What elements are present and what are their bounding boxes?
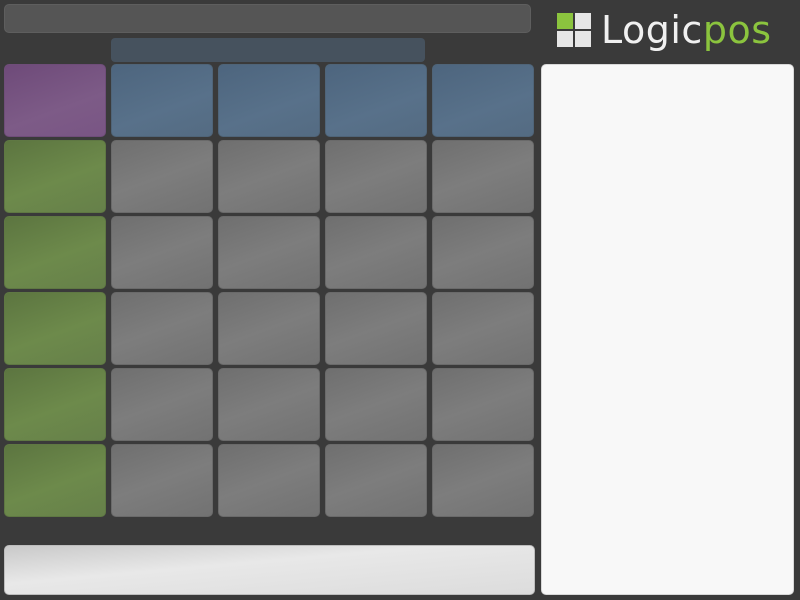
category-button[interactable] — [4, 216, 106, 289]
category-button[interactable] — [4, 444, 106, 517]
category-button[interactable] — [4, 368, 106, 441]
article-button[interactable] — [218, 292, 320, 365]
logo-text: Logicpos — [601, 10, 772, 50]
status-bar — [4, 4, 531, 33]
category-button[interactable] — [4, 292, 106, 365]
logo-text-pos: pos — [702, 8, 772, 52]
category-button[interactable] — [4, 140, 106, 213]
pos-window: Logicpos — [0, 0, 800, 600]
logicpos-logo-icon — [557, 13, 591, 47]
article-button[interactable] — [111, 216, 213, 289]
subfamily-button[interactable] — [432, 64, 534, 137]
logo-text-logic: Logic — [601, 8, 703, 52]
logo: Logicpos — [557, 10, 772, 50]
article-button[interactable] — [325, 368, 427, 441]
ticket-panel — [541, 64, 794, 595]
article-button[interactable] — [325, 140, 427, 213]
article-button[interactable] — [111, 292, 213, 365]
subtitle-bar — [111, 38, 425, 62]
button-grid — [4, 64, 536, 520]
bottom-toolbar — [4, 545, 535, 595]
article-button[interactable] — [432, 368, 534, 441]
article-button[interactable] — [218, 368, 320, 441]
subfamily-button[interactable] — [111, 64, 213, 137]
article-button[interactable] — [432, 140, 534, 213]
article-button[interactable] — [218, 140, 320, 213]
article-button[interactable] — [111, 140, 213, 213]
article-button[interactable] — [111, 444, 213, 517]
article-button[interactable] — [432, 444, 534, 517]
subfamily-button[interactable] — [325, 64, 427, 137]
article-button[interactable] — [432, 292, 534, 365]
article-button[interactable] — [218, 444, 320, 517]
article-button[interactable] — [111, 368, 213, 441]
family-button[interactable] — [4, 64, 106, 137]
article-button[interactable] — [325, 444, 427, 517]
article-button[interactable] — [325, 292, 427, 365]
subfamily-button[interactable] — [218, 64, 320, 137]
article-button[interactable] — [325, 216, 427, 289]
article-button[interactable] — [432, 216, 534, 289]
article-button[interactable] — [218, 216, 320, 289]
